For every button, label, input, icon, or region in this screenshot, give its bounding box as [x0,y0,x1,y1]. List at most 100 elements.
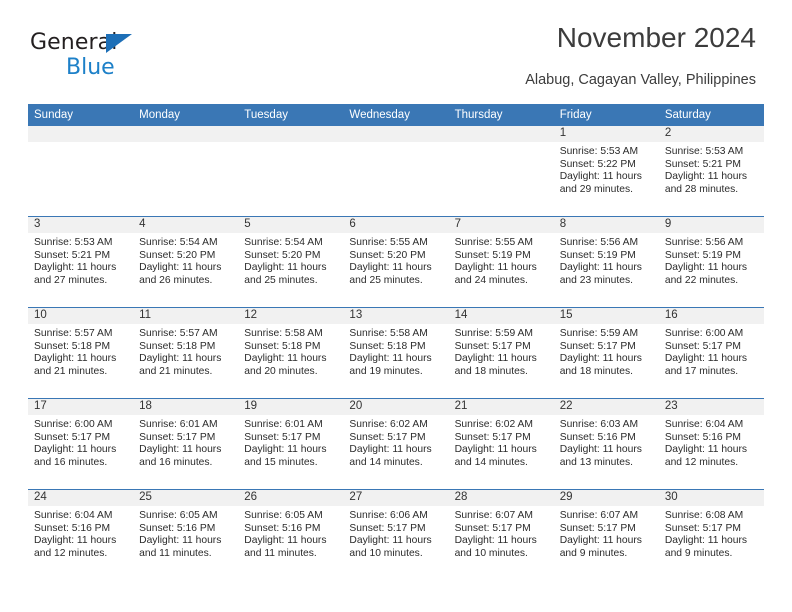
day-sunrise-text: Sunrise: 5:54 AM [244,237,323,248]
day-number [349,126,444,142]
day-cells: 3 Sunrise: 5:53 AM Sunset: 5:21 PM Daylight… [28,217,764,307]
day-number: 11 [139,309,152,321]
day-daylight-text: Daylight: 11 hours [139,444,222,456]
day-sunrise-text: Sunrise: 6:00 AM [664,328,744,339]
day-daylight-text: Daylight: 11 hours [664,353,748,365]
day-cell[interactable]: 22 Sunrise: 6:03 AM Sunset: 5:16 PM Dayligh… [554,399,659,489]
day-cell[interactable]: 13 Sunrise: 5:58 AM Sunset: 5:18 PM Dayligh… [343,308,448,398]
logo-text-general: General [30,30,118,55]
day-cell[interactable]: 3 Sunrise: 5:53 AM Sunset: 5:21 PM Daylight… [28,217,133,307]
day-number: 3 [34,218,41,230]
day-daylight-text: Daylight: 11 hours [34,535,117,547]
calendar-week-row: 1 Sunrise: 5:53 AM Sunset: 5:22 PM Daylight… [28,126,764,216]
day-cell[interactable]: 29 Sunrise: 6:07 AM Sunset: 5:17 PM Dayligh… [554,490,659,580]
day-number: 21 [454,400,468,412]
day-sun-info: Sunrise: 6:05 AM Sunset: 5:16 PM Daylight:… [139,510,234,560]
day-cell[interactable]: 2 Sunrise: 5:53 AM Sunset: 5:21 PM Daylight… [659,126,764,216]
day-cell[interactable]: 9 Sunrise: 5:56 AM Sunset: 5:19 PM Daylight… [659,217,764,307]
day-cell-empty [28,126,133,216]
weekday-header-row: Sunday Monday Tuesday Wednesday Thursday Frid… [28,104,764,126]
day-number [139,126,234,142]
day-cell-empty [133,126,238,216]
day-number: 23 [664,400,678,412]
day-daylight-text: Daylight: 11 hours [139,535,222,547]
day-cell[interactable]: 27 Sunrise: 6:06 AM Sunset: 5:17 PM Dayligh… [343,490,448,580]
day-daylight2-text: and 11 minutes. [139,547,212,559]
day-cells: 1 Sunrise: 5:53 AM Sunset: 5:22 PM Daylight… [28,126,764,216]
day-number: 18 [139,400,152,412]
day-cell[interactable]: 19 Sunrise: 6:01 AM Sunset: 5:17 PM Dayligh… [238,399,343,489]
day-sunrise-text: Sunrise: 6:06 AM [349,510,428,521]
day-number: 16 [664,309,678,321]
day-daylight2-text: and 18 minutes. [559,365,633,377]
day-cells: 17 Sunrise: 6:00 AM Sunset: 5:17 PM Dayligh… [28,399,764,489]
day-sunrise-text: Sunrise: 5:59 AM [454,328,533,339]
day-sun-info: Sunrise: 5:58 AM Sunset: 5:18 PM Daylight:… [244,328,339,378]
day-number: 13 [349,309,363,321]
day-sunset-text: Sunset: 5:21 PM [664,158,741,170]
day-daylight2-text: and 16 minutes. [34,456,108,468]
day-cell[interactable]: 23 Sunrise: 6:04 AM Sunset: 5:16 PM Dayligh… [659,399,764,489]
page-title: November 2024 [556,22,756,53]
day-daylight2-text: and 21 minutes. [34,365,108,377]
day-sunrise-text: Sunrise: 6:02 AM [349,419,428,430]
day-daylight-text: Daylight: 11 hours [664,262,748,274]
day-sunset-text: Sunset: 5:17 PM [454,522,531,534]
day-daylight-text: Daylight: 11 hours [139,353,222,365]
day-daylight2-text: and 19 minutes. [349,365,423,377]
day-daylight-text: Daylight: 11 hours [664,171,748,183]
day-sun-info: Sunrise: 6:00 AM Sunset: 5:17 PM Daylight:… [34,419,129,469]
day-daylight-text: Daylight: 11 hours [454,353,537,365]
day-cell[interactable]: 18 Sunrise: 6:01 AM Sunset: 5:17 PM Dayligh… [133,399,238,489]
day-cell-empty [449,126,554,216]
day-cell[interactable]: 10 Sunrise: 5:57 AM Sunset: 5:18 PM Dayligh… [28,308,133,398]
day-cell[interactable]: 24 Sunrise: 6:04 AM Sunset: 5:16 PM Dayligh… [28,490,133,580]
day-sunset-text: Sunset: 5:18 PM [349,340,426,352]
day-sunrise-text: Sunrise: 6:05 AM [244,510,323,521]
day-cell[interactable]: 1 Sunrise: 5:53 AM Sunset: 5:22 PM Daylight… [554,126,659,216]
day-cell[interactable]: 30 Sunrise: 6:08 AM Sunset: 5:17 PM Dayligh… [659,490,764,580]
day-cell[interactable]: 16 Sunrise: 6:00 AM Sunset: 5:17 PM Dayligh… [659,308,764,398]
day-daylight2-text: and 9 minutes. [559,547,628,559]
day-cell-empty [343,126,448,216]
day-cell[interactable]: 12 Sunrise: 5:58 AM Sunset: 5:18 PM Dayligh… [238,308,343,398]
day-sunrise-text: Sunrise: 5:53 AM [34,237,113,248]
day-cell[interactable]: 25 Sunrise: 6:05 AM Sunset: 5:16 PM Dayligh… [133,490,238,580]
day-sunset-text: Sunset: 5:16 PM [34,522,111,534]
day-sunset-text: Sunset: 5:17 PM [559,522,636,534]
day-daylight-text: Daylight: 11 hours [139,262,222,274]
day-cells: 24 Sunrise: 6:04 AM Sunset: 5:16 PM Dayligh… [28,490,764,580]
day-number: 28 [454,491,468,503]
day-daylight2-text: and 16 minutes. [139,456,213,468]
day-daylight-text: Daylight: 11 hours [664,535,748,547]
day-cells: 10 Sunrise: 5:57 AM Sunset: 5:18 PM Dayligh… [28,308,764,398]
day-cell[interactable]: 15 Sunrise: 5:59 AM Sunset: 5:17 PM Dayligh… [554,308,659,398]
day-cell[interactable]: 14 Sunrise: 5:59 AM Sunset: 5:17 PM Dayligh… [449,308,554,398]
day-cell[interactable]: 20 Sunrise: 6:02 AM Sunset: 5:17 PM Dayligh… [343,399,448,489]
day-cell[interactable]: 6 Sunrise: 5:55 AM Sunset: 5:20 PM Daylight… [343,217,448,307]
day-daylight-text: Daylight: 11 hours [34,353,117,365]
day-cell[interactable]: 11 Sunrise: 5:57 AM Sunset: 5:18 PM Dayligh… [133,308,238,398]
day-sunset-text: Sunset: 5:16 PM [139,522,216,534]
day-sunset-text: Sunset: 5:16 PM [664,431,741,443]
weekday-header-wednesday: Wednesday [349,109,410,121]
day-sun-info: Sunrise: 6:02 AM Sunset: 5:17 PM Daylight:… [455,419,550,469]
page-subtitle-location: Alabug, Cagayan Valley, Philippines [525,72,756,88]
day-cell[interactable]: 21 Sunrise: 6:02 AM Sunset: 5:17 PM Dayligh… [449,399,554,489]
day-cell[interactable]: 4 Sunrise: 5:54 AM Sunset: 5:20 PM Daylight… [133,217,238,307]
day-sun-info: Sunrise: 5:53 AM Sunset: 5:22 PM Daylight:… [560,146,655,196]
day-cell[interactable]: 28 Sunrise: 6:07 AM Sunset: 5:17 PM Dayligh… [449,490,554,580]
day-cell[interactable]: 5 Sunrise: 5:54 AM Sunset: 5:20 PM Daylight… [238,217,343,307]
day-cell[interactable]: 7 Sunrise: 5:55 AM Sunset: 5:19 PM Daylight… [449,217,554,307]
day-sunrise-text: Sunrise: 6:04 AM [664,419,744,430]
day-cell[interactable]: 26 Sunrise: 6:05 AM Sunset: 5:16 PM Dayligh… [238,490,343,580]
day-daylight-text: Daylight: 11 hours [664,444,748,456]
day-cell[interactable]: 8 Sunrise: 5:56 AM Sunset: 5:19 PM Daylight… [554,217,659,307]
day-daylight2-text: and 14 minutes. [454,456,528,468]
day-cell[interactable]: 17 Sunrise: 6:00 AM Sunset: 5:17 PM Dayligh… [28,399,133,489]
day-daylight-text: Daylight: 11 hours [34,444,117,456]
day-daylight2-text: and 10 minutes. [454,547,528,559]
day-number: 29 [559,491,573,503]
calendar-week-row: 17 Sunrise: 6:00 AM Sunset: 5:17 PM Dayligh… [28,398,764,489]
day-sunset-text: Sunset: 5:18 PM [139,340,216,352]
